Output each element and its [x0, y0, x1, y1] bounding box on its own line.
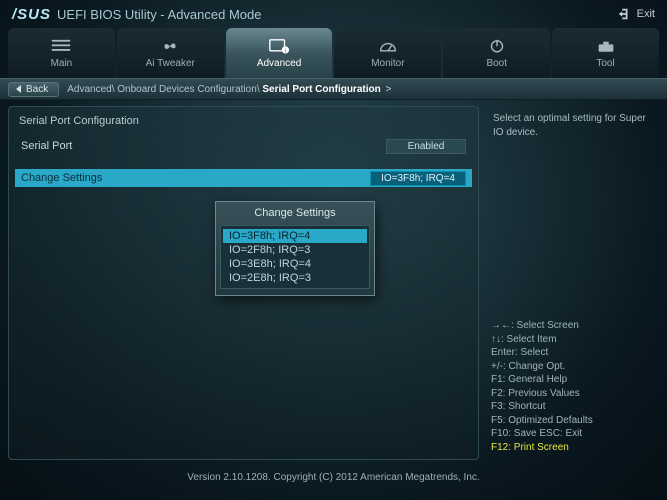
tab-tool[interactable]: Tool	[552, 28, 659, 78]
popup-option[interactable]: IO=3F8h; IRQ=4	[223, 229, 367, 243]
key-hints: →←: Select Screen ↑↓: Select Item Enter:…	[487, 313, 659, 460]
main-tabs: Main Ai Tweaker i Advanced Monitor Boot …	[0, 26, 667, 78]
key-hint: F1: General Help	[491, 373, 655, 387]
key-hint: →←: Select Screen	[491, 319, 655, 333]
app-title: UEFI BIOS Utility - Advanced Mode	[57, 7, 261, 22]
back-button[interactable]: Back	[8, 82, 59, 97]
popup-title: Change Settings	[216, 202, 374, 225]
side-panel: Select an optimal setting for Super IO d…	[487, 106, 659, 460]
section-title: Serial Port Configuration	[15, 115, 472, 127]
setting-row-change-settings[interactable]: Change Settings IO=3F8h; IRQ=4	[15, 169, 472, 187]
power-icon	[486, 38, 508, 56]
tab-main[interactable]: Main	[8, 28, 115, 78]
popup-option[interactable]: IO=2F8h; IRQ=3	[223, 243, 367, 257]
tab-advanced[interactable]: i Advanced	[226, 28, 333, 78]
brand-mark: /SUS	[12, 6, 51, 23]
key-hint: ↑↓: Select Item	[491, 333, 655, 347]
tab-label: Boot	[486, 58, 507, 69]
arrow-left-icon	[15, 85, 23, 93]
setting-value[interactable]: Enabled	[386, 139, 466, 154]
breadcrumb-current: Serial Port Configuration	[262, 84, 380, 95]
tab-label: Tool	[596, 58, 614, 69]
exit-icon	[617, 7, 631, 21]
setting-label: Serial Port	[21, 140, 386, 152]
tab-monitor[interactable]: Monitor	[334, 28, 441, 78]
tab-label: Ai Tweaker	[146, 58, 195, 69]
breadcrumb-part[interactable]: Advanced	[67, 84, 111, 95]
setting-row-serial-port[interactable]: Serial Port Enabled	[15, 137, 472, 155]
key-hint: F5: Optimized Defaults	[491, 414, 655, 428]
tab-label: Main	[51, 58, 73, 69]
list-icon	[50, 38, 72, 56]
exit-label: Exit	[637, 8, 655, 20]
popup-option[interactable]: IO=2E8h; IRQ=3	[223, 271, 367, 285]
content-body: Serial Port Configuration Serial Port En…	[0, 100, 667, 466]
key-hint: Enter: Select	[491, 346, 655, 360]
monitor-info-icon: i	[268, 38, 290, 56]
tab-label: Monitor	[371, 58, 404, 69]
toolbox-icon	[595, 38, 617, 56]
key-hint: F10: Save ESC: Exit	[491, 427, 655, 441]
footer-text: Version 2.10.1208. Copyright (C) 2012 Am…	[0, 466, 667, 489]
brand-logo: /SUS UEFI BIOS Utility - Advanced Mode	[12, 6, 261, 23]
chevron-right-icon: >	[386, 84, 392, 95]
setting-value[interactable]: IO=3F8h; IRQ=4	[370, 171, 466, 186]
change-settings-popup: Change Settings IO=3F8h; IRQ=4 IO=2F8h; …	[215, 201, 375, 296]
gauge-icon	[377, 38, 399, 56]
breadcrumb: Advanced\ Onboard Devices Configuration\…	[67, 84, 393, 95]
tab-boot[interactable]: Boot	[443, 28, 550, 78]
popup-body: IO=3F8h; IRQ=4 IO=2F8h; IRQ=3 IO=3E8h; I…	[220, 225, 370, 289]
header-bar: /SUS UEFI BIOS Utility - Advanced Mode E…	[0, 0, 667, 26]
popup-option[interactable]: IO=3E8h; IRQ=4	[223, 257, 367, 271]
svg-text:i: i	[285, 49, 286, 55]
fan-icon	[159, 38, 181, 56]
breadcrumb-part[interactable]: Onboard Devices Configuration	[117, 84, 257, 95]
settings-panel: Serial Port Configuration Serial Port En…	[8, 106, 479, 460]
exit-button[interactable]: Exit	[617, 7, 655, 21]
spacer	[15, 155, 472, 169]
help-text: Select an optimal setting for Super IO d…	[487, 106, 659, 313]
key-hint-highlight: F12: Print Screen	[491, 441, 655, 455]
setting-label: Change Settings	[21, 172, 370, 184]
breadcrumb-row: Back Advanced\ Onboard Devices Configura…	[0, 78, 667, 100]
key-hint: F3: Shortcut	[491, 400, 655, 414]
tab-ai-tweaker[interactable]: Ai Tweaker	[117, 28, 224, 78]
back-label: Back	[26, 84, 48, 95]
key-hint: F2: Previous Values	[491, 387, 655, 401]
tab-label: Advanced	[257, 58, 301, 69]
key-hint: +/-: Change Opt.	[491, 360, 655, 374]
